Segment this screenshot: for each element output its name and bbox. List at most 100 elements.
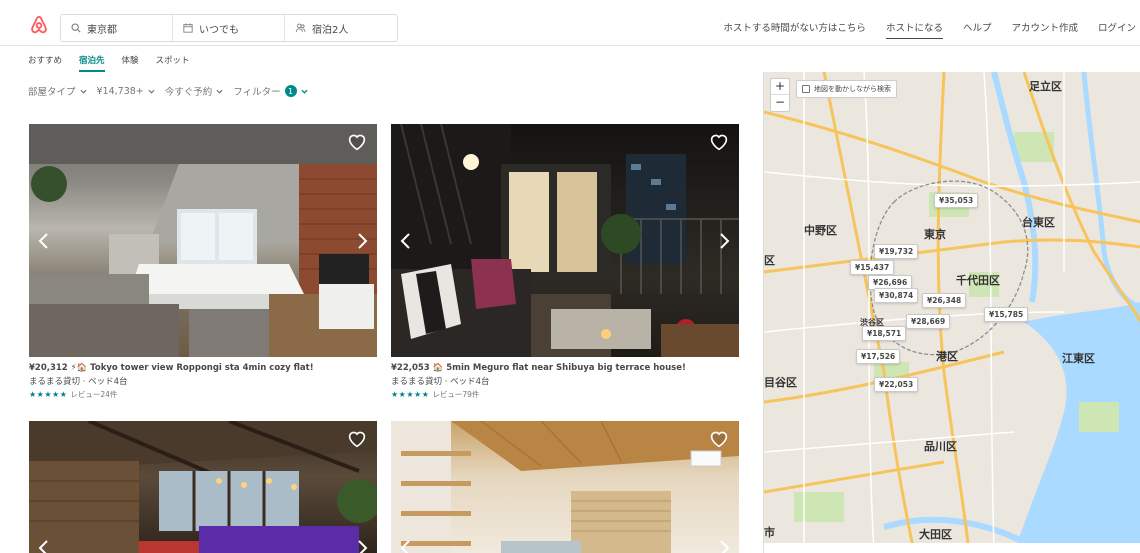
more-filters[interactable]: フィルター 1	[233, 84, 308, 98]
zoom-out-button[interactable]: −	[771, 95, 789, 111]
chevron-down-icon	[301, 89, 308, 94]
heart-icon[interactable]	[709, 133, 729, 151]
location-value: 東京都	[87, 24, 117, 36]
calendar-icon	[183, 23, 193, 33]
review-count: レビュー24件	[70, 390, 118, 399]
location-input[interactable]: 東京都	[61, 15, 173, 41]
zoom-in-button[interactable]: +	[771, 79, 789, 95]
listing-photo[interactable]	[29, 421, 377, 553]
map-footer	[764, 543, 1140, 553]
rating-stars: ★★★★★	[29, 390, 68, 399]
heart-icon[interactable]	[347, 133, 367, 151]
place-label: 港区	[936, 350, 958, 363]
rating-stars: ★★★★★	[391, 390, 430, 399]
nav-become-host[interactable]: ホストになる	[885, 20, 943, 39]
nav-signup[interactable]: アカウント作成	[1011, 20, 1078, 39]
checkbox[interactable]	[802, 85, 810, 93]
price-pin[interactable]: ¥22,053	[874, 377, 919, 392]
listing-photo[interactable]	[391, 421, 739, 553]
listing-card[interactable]: ¥22,053 🏠 5min Meguro flat near Shibuya …	[391, 124, 739, 400]
bar-room-illustration	[29, 421, 377, 553]
listing-title[interactable]: ¥20,312 ⚡🏠 Tokyo tower view Roppongi sta…	[29, 363, 377, 373]
top-nav: ホストする時間がない方はこちら ホストになる ヘルプ アカウント作成 ログイン	[703, 20, 1136, 39]
tab-recommended[interactable]: おすすめ	[28, 54, 62, 72]
search-as-move-toggle[interactable]: 地図を動かしながら検索	[796, 80, 897, 98]
tab-spots[interactable]: スポット	[156, 54, 190, 72]
place-label: 大田区	[919, 528, 952, 541]
nav-help[interactable]: ヘルプ	[963, 20, 992, 39]
chevron-right-icon[interactable]	[719, 539, 731, 553]
instant-book-label: 今すぐ予約	[164, 87, 213, 98]
header: 東京都 いつでも 宿泊2人 ホストする時間がない方はこちら ホストになる ヘルプ…	[0, 0, 1140, 46]
instant-book-filter[interactable]: 今すぐ予約	[165, 84, 224, 98]
heart-icon[interactable]	[709, 430, 729, 448]
chevron-right-icon[interactable]	[357, 539, 369, 553]
loft-room-illustration	[29, 124, 377, 357]
listing-reviews: ★★★★★ レビュー79件	[391, 389, 739, 400]
chevron-left-icon[interactable]	[399, 539, 411, 553]
price-pin[interactable]: ¥28,669	[906, 314, 951, 329]
search-bar: 東京都 いつでも 宿泊2人	[60, 14, 398, 42]
room-type-filter[interactable]: 部屋タイプ	[28, 84, 87, 98]
nav-host-no-time[interactable]: ホストする時間がない方はこちら	[723, 20, 866, 39]
chevron-right-icon[interactable]	[357, 232, 369, 250]
date-value: いつでも	[199, 24, 239, 36]
filter-bar: 部屋タイプ ¥14,738+ 今すぐ予約 フィルター 1	[28, 84, 318, 98]
chevron-down-icon	[79, 89, 87, 94]
listing-card[interactable]: ¥20,312 ⚡🏠 Tokyo tower view Roppongi sta…	[29, 124, 377, 400]
nav-login[interactable]: ログイン	[1098, 20, 1136, 39]
map-zoom-control: + −	[770, 78, 790, 112]
price-pin[interactable]: ¥18,571	[862, 326, 907, 341]
heart-icon[interactable]	[347, 430, 367, 448]
guests-input[interactable]: 宿泊2人	[285, 15, 397, 41]
place-label: 東京	[924, 228, 946, 241]
chevron-left-icon[interactable]	[37, 539, 49, 553]
chevron-down-icon	[148, 89, 155, 94]
listing-photo[interactable]	[29, 124, 377, 357]
price-pin[interactable]: ¥15,437	[850, 260, 895, 275]
listing-subtitle: まるまる貸切 · ベッド4台	[29, 377, 128, 387]
place-label: 江東区	[1062, 352, 1095, 365]
place-label: 目谷区	[764, 376, 797, 389]
price-label: ¥14,738+	[96, 85, 144, 97]
listing-card[interactable]	[391, 421, 739, 553]
place-label: 千代田区	[956, 274, 1000, 287]
price-pin[interactable]: ¥30,874	[874, 288, 919, 303]
chevron-right-icon[interactable]	[719, 232, 731, 250]
guests-icon	[295, 23, 306, 33]
place-label: 台東区	[1022, 216, 1055, 229]
listing-card[interactable]	[29, 421, 377, 553]
listing-title[interactable]: ¥22,053 🏠 5min Meguro flat near Shibuya …	[391, 363, 739, 373]
filter-count-badge: 1	[284, 85, 297, 97]
filter-label: フィルター	[233, 87, 281, 98]
price-pin[interactable]: ¥35,053	[934, 193, 979, 208]
listing-reviews: ★★★★★ レビュー24件	[29, 389, 377, 400]
price-pin[interactable]: ¥19,732	[874, 244, 919, 259]
search-as-move-label: 地図を動かしながら検索	[814, 85, 891, 93]
place-label: 市	[764, 526, 775, 539]
chevron-left-icon[interactable]	[37, 232, 49, 250]
date-input[interactable]: いつでも	[173, 15, 285, 41]
listing-photo[interactable]	[391, 124, 739, 357]
price-pin[interactable]: ¥17,526	[856, 349, 901, 364]
review-count: レビュー79件	[432, 390, 480, 399]
listing-subtitle: まるまる貸切 · ベッド4台	[391, 377, 490, 387]
tab-experiences[interactable]: 体験	[122, 54, 139, 72]
terrace-illustration	[391, 124, 739, 357]
map[interactable]: + − 地図を動かしながら検索 足立区 中野区 東京 台東区 千代田区 渋谷区 …	[763, 72, 1140, 553]
place-label: 区	[764, 254, 775, 267]
guests-value: 宿泊2人	[312, 24, 349, 36]
chevron-down-icon	[216, 89, 223, 94]
chevron-left-icon[interactable]	[399, 232, 411, 250]
map-tiles	[764, 72, 1140, 553]
price-pin[interactable]: ¥26,348	[922, 293, 967, 308]
place-label: 中野区	[804, 224, 837, 237]
place-label: 品川区	[924, 440, 957, 453]
place-label: 足立区	[1029, 80, 1062, 93]
price-filter[interactable]: ¥14,738+	[97, 86, 155, 97]
price-pin[interactable]: ¥15,785	[984, 307, 1029, 322]
search-icon	[71, 23, 81, 33]
tab-stays[interactable]: 宿泊先	[79, 54, 105, 72]
airbnb-logo-icon[interactable]	[28, 14, 50, 36]
bright-room-illustration	[391, 421, 739, 553]
